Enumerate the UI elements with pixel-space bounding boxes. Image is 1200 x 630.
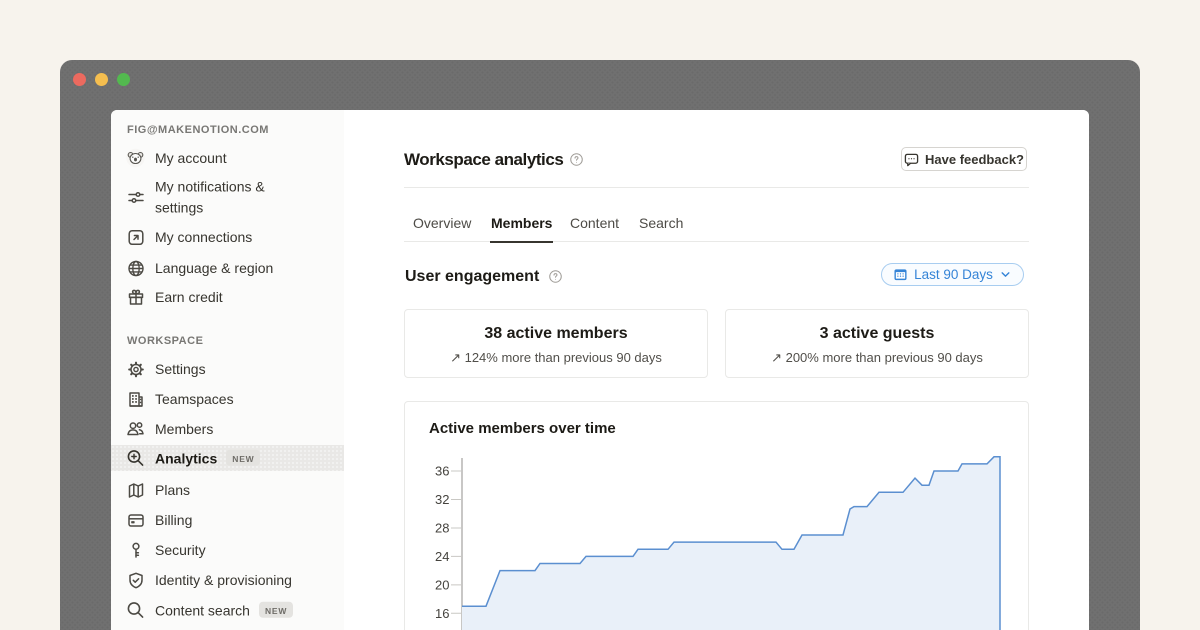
svg-text:16: 16 <box>435 606 449 621</box>
svg-text:32: 32 <box>435 492 449 507</box>
svg-text:20: 20 <box>435 577 449 592</box>
svg-text:28: 28 <box>435 521 449 536</box>
svg-text:24: 24 <box>435 549 449 564</box>
svg-text:36: 36 <box>435 464 449 479</box>
